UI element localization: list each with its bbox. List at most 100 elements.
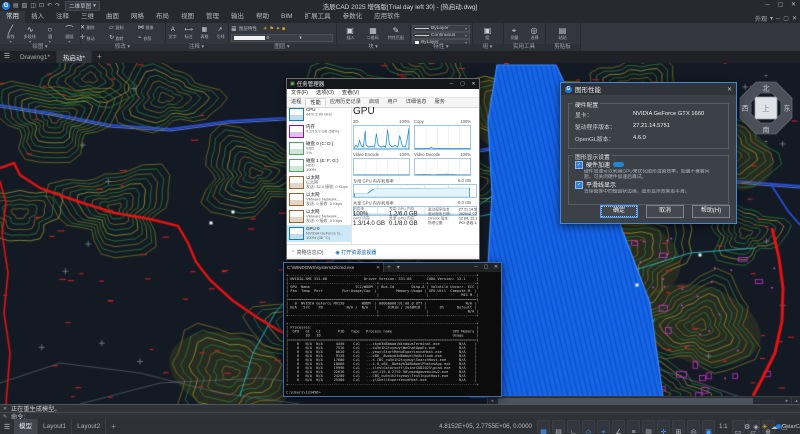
- layout-tab[interactable]: Layout2: [72, 419, 106, 434]
- menu-item[interactable]: 选项(O): [312, 89, 338, 97]
- status-toggle[interactable]: ≡: [627, 420, 640, 433]
- perf-sidebar-item[interactable]: GPU 0 NVIDIA GeForce G... 100% (36 °C): [287, 225, 351, 242]
- smooth-line-checkbox[interactable]: ✓: [575, 181, 583, 189]
- app-logo-icon[interactable]: G: [2, 2, 10, 10]
- ribbon-tab[interactable]: 常用: [0, 11, 25, 23]
- ribbon-tab[interactable]: 帮助: [250, 11, 275, 23]
- status-toggle[interactable]: ▣: [702, 420, 715, 433]
- taskmgr-close-button[interactable]: ✕: [468, 79, 479, 89]
- status-toggle[interactable]: ✛: [657, 420, 670, 433]
- dialog-button[interactable]: 帮助(H): [692, 205, 730, 218]
- ribbon-tool[interactable]: ▣组: [479, 26, 497, 41]
- tab-dropdown-icon[interactable]: ▾: [394, 264, 403, 271]
- status-toggle[interactable]: ▭: [732, 420, 745, 433]
- property-combo[interactable]: Continuous▾: [412, 32, 470, 39]
- cmd-tab[interactable]: C:\WINDOWS\system32\cmd.exe ✕: [284, 263, 384, 272]
- status-toggle[interactable]: ▥: [642, 420, 655, 433]
- menu-item[interactable]: 文件(F): [287, 89, 312, 97]
- status-toggle[interactable]: ◇: [582, 420, 595, 433]
- status-toggle[interactable]: ⊞: [672, 420, 685, 433]
- ribbon-tab[interactable]: 应用软件: [368, 11, 406, 23]
- perf-sidebar-item[interactable]: 以太网 VMware Network... 发送: 0 接收: 0 Kbps: [287, 191, 351, 208]
- quick-access-icon[interactable]: ↶: [47, 1, 52, 11]
- layer-state-icon[interactable]: ■: [282, 26, 285, 32]
- ribbon-tool[interactable]: ▣插入: [341, 26, 359, 41]
- maximize-button[interactable]: ▢: [774, 0, 787, 11]
- property-combo[interactable]: ByLayer▾: [412, 25, 470, 32]
- panel-label[interactable]: 修改 ▾: [80, 44, 165, 51]
- panel-label[interactable]: 图层 ▾: [228, 44, 336, 51]
- panel-label[interactable]: 注释 ▾: [165, 44, 228, 51]
- ribbon-tool[interactable]: ✎特性匹配: [387, 26, 405, 41]
- taskmgr-maximize-button[interactable]: ▢: [457, 79, 468, 89]
- ribbon-tool[interactable]: ▤粘贴: [554, 26, 572, 41]
- ribbon-tool[interactable]: A文字: [165, 27, 181, 40]
- document-tab[interactable]: 热启动*✕: [57, 51, 92, 63]
- ribbon-tool[interactable]: ⋈镜像: [138, 25, 165, 32]
- panel-label[interactable]: 组 ▾: [472, 44, 503, 51]
- view-compass[interactable]: + 北 东 南 西 上 +: [734, 72, 798, 146]
- layout-tab[interactable]: Layout1: [38, 419, 72, 434]
- status-icon[interactable]: ⚙: [744, 423, 750, 431]
- panel-label[interactable]: 块 ▾: [336, 44, 410, 51]
- ribbon-tab[interactable]: 插入: [25, 11, 50, 23]
- ribbon-tool[interactable]: ↻旋转: [109, 35, 136, 42]
- layer-combo[interactable]: 0▾: [231, 34, 333, 42]
- layer-state-icon[interactable]: ⚑: [269, 26, 273, 32]
- ribbon-tab[interactable]: 布局: [150, 11, 175, 23]
- ribbon-restore-button[interactable]: ▢: [783, 15, 789, 22]
- status-icon[interactable]: ☀: [762, 423, 768, 431]
- panel-label[interactable]: 实用工具: [503, 44, 545, 51]
- ribbon-minimize-button[interactable]: ─: [776, 16, 780, 22]
- quick-access-icon[interactable]: ▤: [13, 1, 19, 11]
- open-resource-monitor-link[interactable]: ◉ 打开资源监视器: [336, 249, 377, 256]
- ribbon-tab[interactable]: BIM: [275, 11, 299, 23]
- ribbon-tool[interactable]: ⟷标注: [181, 27, 197, 40]
- ribbon-tool[interactable]: ○圆▾: [41, 25, 59, 43]
- fewer-details-button[interactable]: ⌃ 简略信息(D): [291, 249, 324, 256]
- ribbon-tool[interactable]: ∿多段线▾: [21, 25, 39, 43]
- ribbon-tool[interactable]: ✛移动: [80, 35, 107, 42]
- quick-access-icon[interactable]: ▧: [22, 1, 28, 11]
- menu-item[interactable]: 查看(V): [338, 89, 363, 97]
- status-toggle[interactable]: ∟: [567, 420, 580, 433]
- new-document-button[interactable]: +: [92, 51, 107, 63]
- ribbon-tool[interactable]: ⌖测量: [505, 26, 523, 41]
- layer-properties-icon[interactable]: ≣: [231, 25, 237, 33]
- dialog-button[interactable]: 取消: [646, 205, 684, 218]
- status-toggle[interactable]: ▤: [552, 420, 565, 433]
- status-toggle[interactable]: ◎: [687, 420, 700, 433]
- ribbon-tab[interactable]: 网格: [125, 11, 150, 23]
- cmd-minimize-button[interactable]: ─: [471, 263, 481, 272]
- hardware-accel-checkbox[interactable]: ✓: [575, 161, 583, 169]
- ribbon-close-button[interactable]: ✕: [792, 15, 797, 22]
- ribbon-tab[interactable]: 参数化: [337, 11, 369, 23]
- annotation-scale[interactable]: 1:1: [717, 423, 730, 430]
- layer-state-icon[interactable]: ✦: [276, 26, 280, 32]
- menu-icon[interactable]: ☰: [0, 51, 14, 63]
- close-command-icon[interactable]: ✕: [2, 406, 8, 412]
- close-tab-icon[interactable]: ✕: [376, 265, 380, 271]
- layer-state-icon[interactable]: ☀: [263, 26, 267, 32]
- ribbon-tool[interactable]: ▱复制: [109, 25, 136, 32]
- ribbon-tab[interactable]: 曲面: [100, 11, 125, 23]
- ribbon-tool[interactable]: ╱直线▾: [2, 25, 20, 43]
- ribbon-tab[interactable]: 视图: [175, 11, 200, 23]
- status-icon[interactable]: ◈: [753, 423, 758, 431]
- perf-sidebar-item[interactable]: 以太网 以太网 发送: 32.0 接收: 0 Kbps: [287, 174, 351, 191]
- taskmgr-minimize-button[interactable]: ─: [446, 79, 457, 89]
- layout-menu-icon[interactable]: ☰: [0, 423, 14, 431]
- perf-sidebar-item[interactable]: 磁盘 1 (E: F: G:) HDD 100%: [287, 157, 351, 174]
- ribbon-tab[interactable]: 扩展工具: [299, 11, 337, 23]
- appearance-menu[interactable]: 外观: [755, 14, 767, 23]
- perf-sidebar-item[interactable]: 内存 9.2/15.9 GB (58%): [287, 123, 351, 140]
- panel-label[interactable]: 剪贴板: [545, 44, 580, 51]
- close-button[interactable]: ✕: [787, 0, 800, 11]
- ribbon-tool[interactable]: ↗引线: [212, 27, 228, 40]
- ribbon-tool[interactable]: ✕删除: [80, 25, 107, 32]
- cmd-close-button[interactable]: ✕: [491, 263, 501, 272]
- ribbon-tab[interactable]: 输出: [225, 11, 250, 23]
- minimize-button[interactable]: ─: [761, 0, 774, 11]
- layout-tab[interactable]: 模型: [14, 419, 38, 434]
- perf-sidebar-item[interactable]: 磁盘 0 (C: D:) SSD 1%: [287, 140, 351, 157]
